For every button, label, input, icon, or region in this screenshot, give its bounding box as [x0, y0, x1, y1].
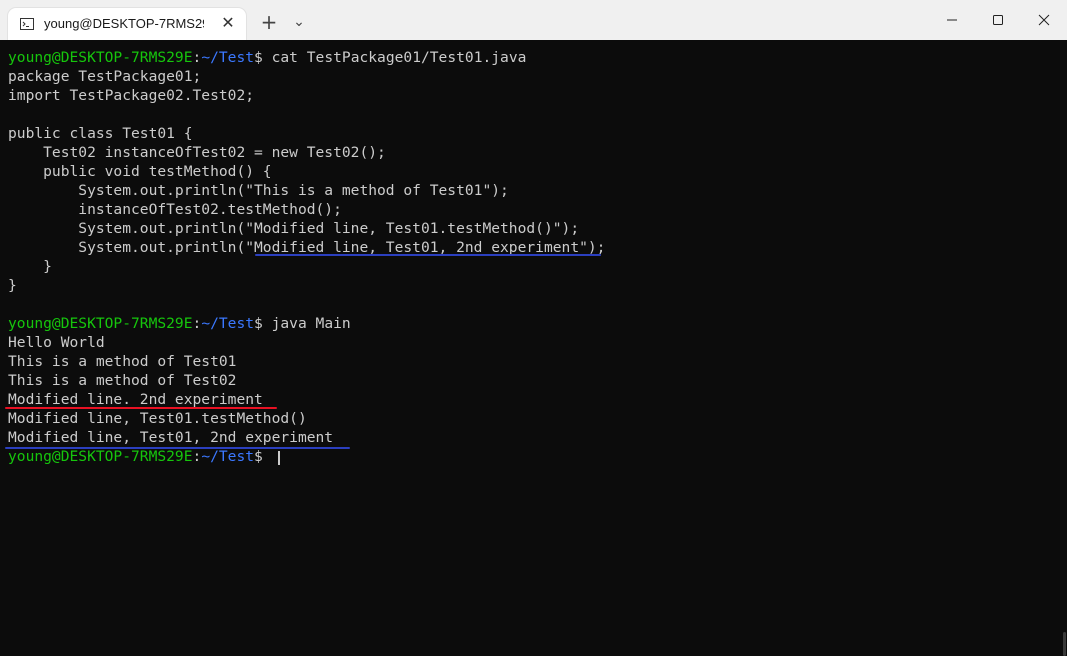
command-text: cat TestPackage01/Test01.java [262, 49, 527, 66]
scrollbar-thumb[interactable] [1063, 632, 1066, 656]
code-line: package TestPackage01; [8, 68, 202, 85]
new-tab-button[interactable]: + [255, 8, 283, 36]
terminal-icon [20, 18, 34, 30]
output-line: This is a method of Test01 [8, 353, 237, 370]
close-window-button[interactable] [1021, 0, 1067, 40]
prompt-dollar: $ [254, 49, 263, 66]
text-cursor [278, 451, 280, 465]
output-line: Modified line, Test01, 2nd experiment [8, 429, 334, 446]
close-tab-icon[interactable]: ✕ [218, 14, 238, 34]
code-line: Test02 instanceOfTest02 = new Test02(); [8, 144, 386, 161]
prompt-user: young@DESKTOP-7RMS29E [8, 315, 193, 332]
prompt-user: young@DESKTOP-7RMS29E [8, 49, 193, 66]
prompt-path: ~/Test [201, 49, 255, 66]
code-line: } [8, 277, 17, 294]
prompt-line: young@DESKTOP-7RMS29E:~/Test$ cat TestPa… [8, 48, 526, 67]
code-line: } [8, 258, 52, 275]
tab-dropdown-button[interactable]: ⌄ [285, 8, 313, 36]
output-line: Hello World [8, 334, 105, 351]
prompt-path: ~/Test [201, 315, 255, 332]
command-text [263, 448, 272, 465]
tab-title: young@DESKTOP-7RMS29E: ~ [44, 16, 204, 31]
close-icon [1038, 14, 1050, 26]
prompt-user: young@DESKTOP-7RMS29E [8, 448, 193, 465]
terminal-tab[interactable]: young@DESKTOP-7RMS29E: ~ ✕ [8, 8, 246, 40]
output-line: This is a method of Test02 [8, 372, 237, 389]
minimize-button[interactable] [929, 0, 975, 40]
prompt-colon: : [192, 315, 202, 332]
code-line: System.out.println("Modified line, Test0… [8, 220, 580, 237]
prompt-line: young@DESKTOP-7RMS29E:~/Test$ [8, 447, 272, 466]
red-underline-annotation [5, 407, 277, 409]
title-bar: young@DESKTOP-7RMS29E: ~ ✕ + ⌄ [0, 0, 1067, 40]
prompt-line: young@DESKTOP-7RMS29E:~/Test$ java Main [8, 314, 351, 333]
prompt-colon: : [192, 448, 202, 465]
prompt-dollar: $ [254, 448, 263, 465]
prompt-dollar: $ [254, 315, 263, 332]
command-text: java Main [262, 315, 351, 332]
code-line: public class Test01 { [8, 125, 193, 142]
prompt-colon: : [192, 49, 202, 66]
output-line: Modified line, Test01.testMethod() [8, 410, 307, 427]
code-line: import TestPackage02.Test02; [8, 87, 255, 104]
blue-underline-annotation [5, 447, 350, 449]
maximize-button[interactable] [975, 0, 1021, 40]
terminal-area[interactable]: young@DESKTOP-7RMS29E:~/Test$ cat TestPa… [0, 40, 1067, 656]
prompt-path: ~/Test [201, 448, 255, 465]
maximize-icon [993, 15, 1003, 25]
code-line: System.out.println("This is a method of … [8, 182, 509, 199]
blue-underline-annotation [255, 254, 601, 256]
minimize-icon [947, 19, 957, 21]
code-line: instanceOfTest02.testMethod(); [8, 201, 342, 218]
code-line: public void testMethod() { [8, 163, 272, 180]
